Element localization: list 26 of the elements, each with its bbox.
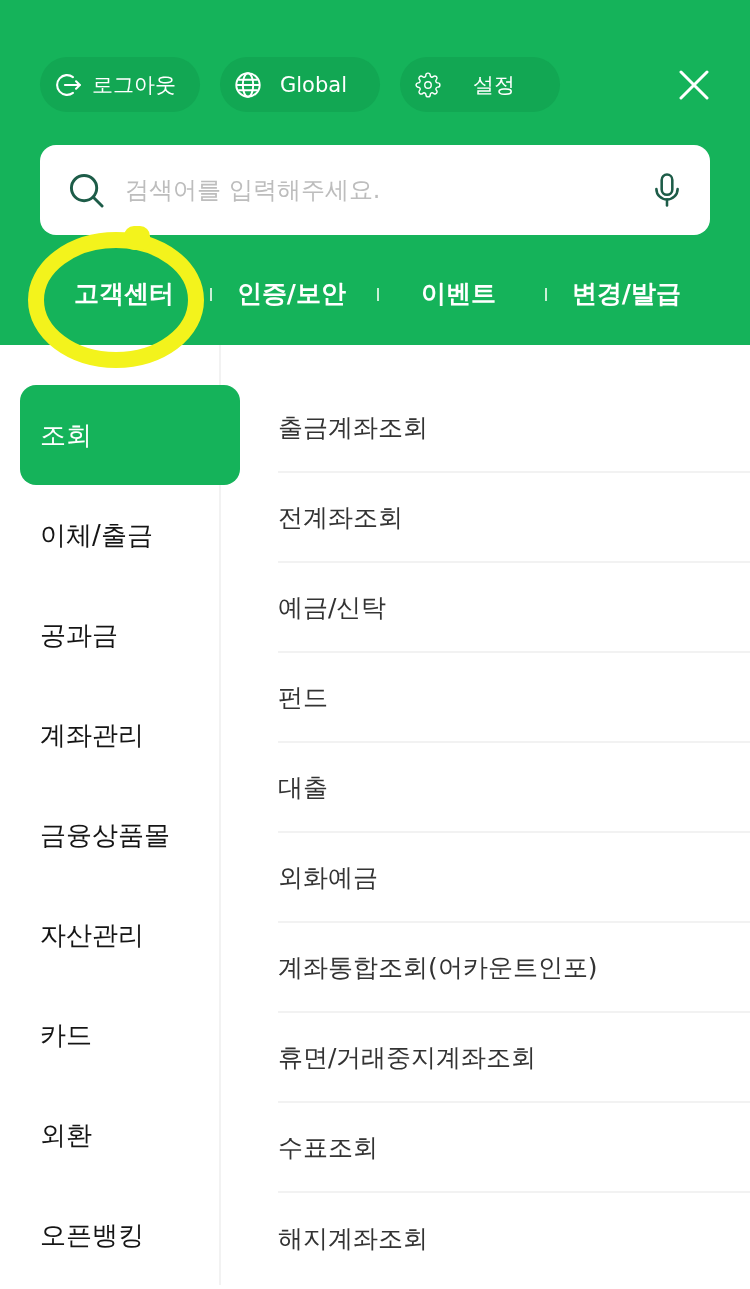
submenu-item[interactable]: 대출 bbox=[278, 770, 328, 804]
sidebar-item[interactable]: 오픈뱅킹 bbox=[20, 1185, 240, 1285]
submenu-item[interactable]: 외화예금 bbox=[278, 860, 378, 894]
sidebar-item[interactable]: 계좌관리 bbox=[20, 685, 240, 785]
microphone-icon[interactable] bbox=[654, 173, 680, 207]
submenu-item[interactable]: 예금/신탁 bbox=[278, 590, 387, 624]
sidebar-item[interactable]: 외환 bbox=[20, 1085, 240, 1185]
sidebar-item[interactable]: 카드 bbox=[20, 985, 240, 1085]
sidebar-item[interactable]: 자산관리 bbox=[20, 885, 240, 985]
search-icon bbox=[69, 173, 104, 208]
logout-icon bbox=[55, 71, 81, 98]
gear-icon bbox=[415, 71, 441, 98]
submenu-item[interactable]: 전계좌조회 bbox=[278, 500, 403, 534]
close-icon bbox=[679, 69, 709, 100]
submenu-item[interactable]: 계좌통합조회(어카운트인포) bbox=[278, 950, 598, 984]
submenu-item[interactable]: 출금계좌조회 bbox=[278, 410, 428, 444]
submenu-item[interactable]: 수표조회 bbox=[278, 1130, 378, 1164]
submenu-item[interactable]: 해지계좌조회 bbox=[278, 1221, 428, 1255]
globe-icon bbox=[235, 71, 261, 98]
close-button[interactable] bbox=[679, 69, 709, 100]
submenu-item[interactable]: 펀드 bbox=[278, 680, 328, 714]
sidebar-item[interactable]: 금융상품몰 bbox=[20, 785, 240, 885]
search-field[interactable]: 검색어를 입력해주세요. bbox=[40, 145, 710, 235]
sidebar-item[interactable]: 공과금 bbox=[20, 585, 240, 685]
sidebar-item[interactable]: 이체/출금 bbox=[20, 485, 240, 585]
submenu-item[interactable]: 휴면/거래중지계좌조회 bbox=[278, 1040, 537, 1074]
